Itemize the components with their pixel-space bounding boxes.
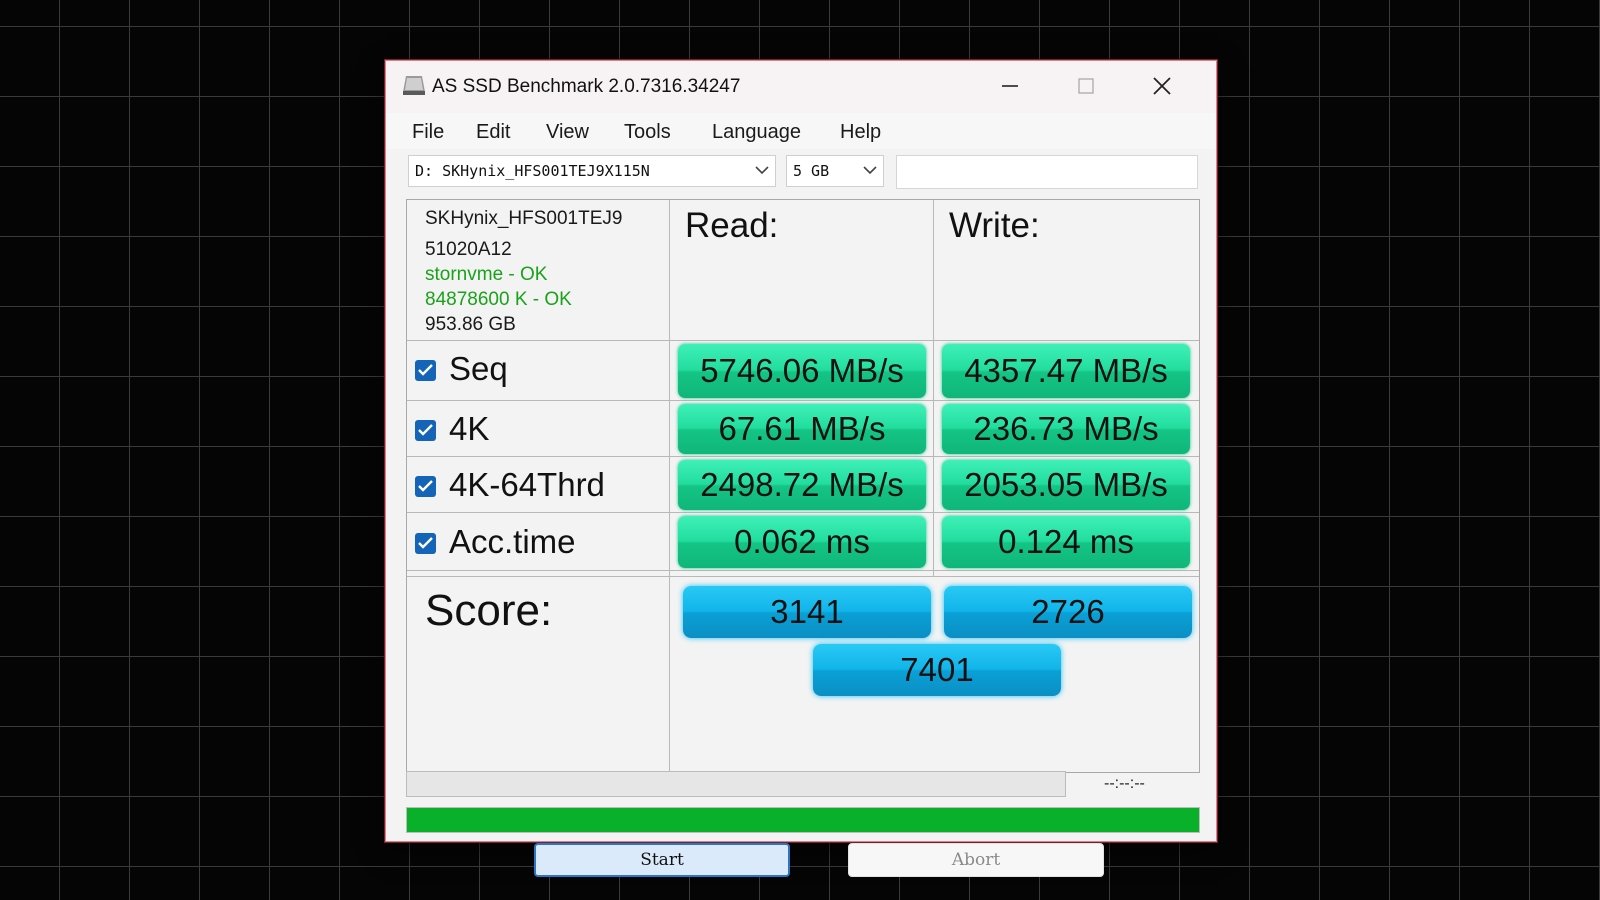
score-write: 2726 [944,586,1192,638]
close-icon [1153,77,1171,95]
4k-64thrd-write-value: 2053.05 MB/s [942,460,1190,510]
4k-64thrd-read-value: 2498.72 MB/s [678,460,926,510]
divider [933,200,934,576]
checkmark-icon [418,424,433,436]
minimize-icon [1002,85,1018,87]
menu-bar: File Edit View Tools Language Help [386,113,1216,149]
drive-capacity: 953.86 GB [425,314,516,335]
size-select[interactable]: 5 GB [786,155,884,187]
checkmark-icon [418,364,433,376]
app-window: AS SSD Benchmark 2.0.7316.34247 File Edi… [385,60,1217,877]
drive-select-value: D: SKHynix_HFS001TEJ9X115N [415,162,650,180]
acc-time-label: Acc.time [449,523,576,560]
checkmark-icon [418,480,433,492]
score-total: 7401 [813,644,1061,696]
minimize-button[interactable] [972,61,1048,111]
window-title: AS SSD Benchmark 2.0.7316.34247 [432,76,741,97]
read-header: Read: [685,206,779,245]
divider [407,400,1199,401]
score-read: 3141 [683,586,931,638]
menu-help[interactable]: Help [840,121,881,144]
chevron-down-icon [863,166,877,175]
seq-write-value: 4357.47 MB/s [942,344,1190,398]
title-bar[interactable]: AS SSD Benchmark 2.0.7316.34247 [386,61,1216,111]
drive-icon [403,76,425,95]
acc-time-checkbox[interactable] [415,533,436,554]
seq-read-value: 5746.06 MB/s [678,344,926,398]
start-button[interactable]: Start [534,843,790,877]
seq-label: Seq [449,350,508,387]
4k-write-value: 236.73 MB/s [942,404,1190,454]
menu-language[interactable]: Language [712,121,801,144]
4k-64thrd-checkbox[interactable] [415,476,436,497]
divider [407,576,1199,577]
4k-64thrd-label: 4K-64Thrd [449,466,605,503]
maximize-button[interactable] [1048,61,1124,111]
write-header: Write: [949,206,1040,245]
size-select-value: 5 GB [793,162,830,180]
chevron-down-icon [755,166,769,175]
divider [407,512,1199,513]
menu-edit[interactable]: Edit [476,121,510,144]
4k-checkbox[interactable] [415,420,436,441]
acc-time-read-value: 0.062 ms [678,516,926,568]
menu-file[interactable]: File [412,121,444,144]
4k-label: 4K [449,410,490,447]
drive-select[interactable]: D: SKHynix_HFS001TEJ9X115N [408,155,776,187]
close-button[interactable] [1124,61,1200,111]
drive-firmware: 51020A12 [425,239,512,260]
menu-tools[interactable]: Tools [624,121,671,144]
driver-status: stornvme - OK [425,264,548,285]
menu-view[interactable]: View [546,121,589,144]
checkmark-icon [418,537,433,549]
divider [407,570,1199,571]
divider [407,340,1199,341]
overall-progress-bar [406,807,1200,833]
test-progress-bar [406,771,1066,797]
acc-time-write-value: 0.124 ms [942,516,1190,568]
4k-read-value: 67.61 MB/s [678,404,926,454]
results-panel: SKHynix_HFS001TEJ9 51020A12 stornvme - O… [406,199,1200,773]
overall-progress-fill [407,808,1199,832]
alignment-status: 84878600 K - OK [425,289,572,310]
score-label: Score: [425,586,553,635]
seq-checkbox[interactable] [415,360,436,381]
drive-model: SKHynix_HFS001TEJ9 [425,208,623,229]
abort-button[interactable]: Abort [848,843,1104,877]
description-field[interactable] [896,155,1198,189]
maximize-icon [1078,78,1094,94]
divider [407,456,1199,457]
divider [669,200,670,772]
elapsed-time: --:--:-- [1104,775,1145,792]
